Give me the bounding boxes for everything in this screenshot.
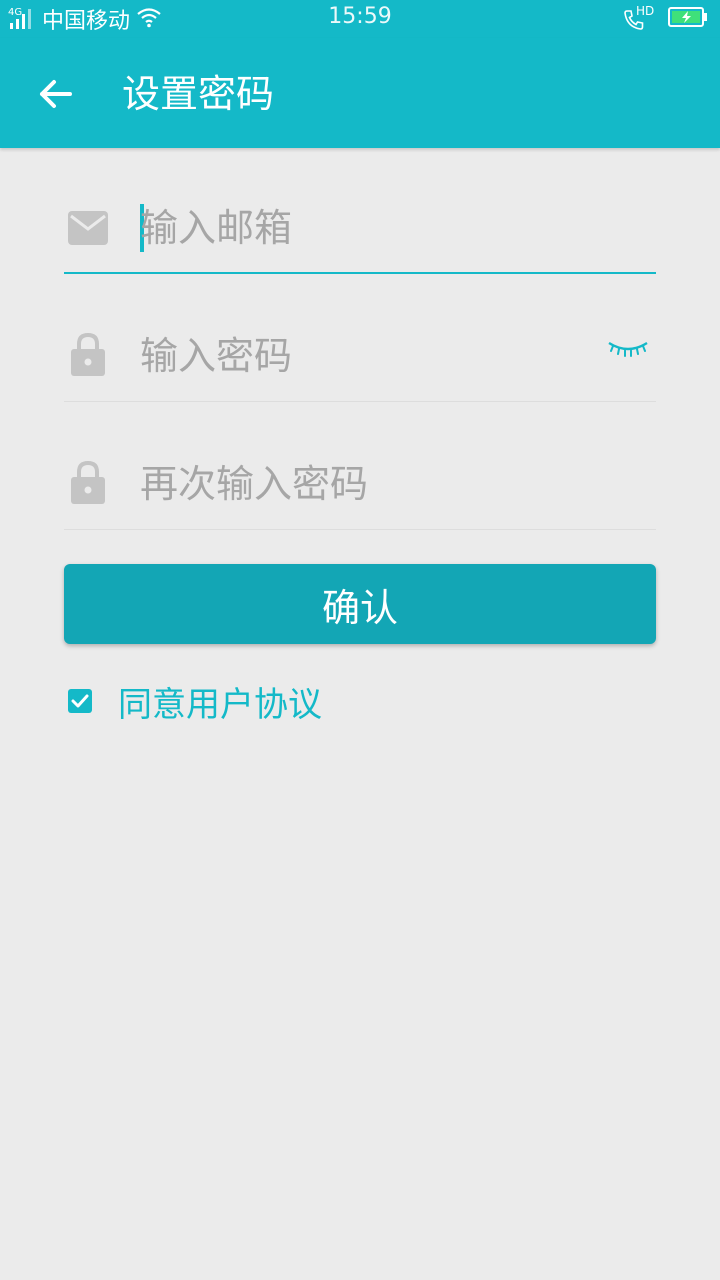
hd-call-icon: HD (622, 4, 656, 32)
password-field-row (64, 274, 656, 402)
battery-charging-icon (668, 6, 708, 32)
confirm-button[interactable]: 确认 (64, 564, 656, 644)
lock-icon (68, 332, 108, 376)
page-title: 设置密码 (122, 72, 275, 116)
password-input[interactable] (140, 330, 596, 382)
email-input[interactable] (140, 202, 596, 254)
agreement-link[interactable]: 同意用户协议 (118, 677, 322, 726)
lock-icon (68, 460, 108, 504)
email-field-row (64, 148, 656, 274)
confirm-password-field-row (64, 402, 656, 530)
back-button[interactable] (30, 68, 82, 120)
register-form (64, 148, 656, 530)
agreement-checkbox[interactable] (68, 689, 92, 713)
arrow-left-icon (40, 80, 72, 108)
status-right: HD (622, 4, 708, 34)
agreement-row[interactable]: 同意用户协议 (68, 680, 322, 725)
checkmark-icon (71, 694, 89, 708)
confirm-password-input[interactable] (140, 458, 596, 510)
app-bar: 设置密码 (0, 38, 720, 148)
mail-icon (68, 206, 108, 250)
hd-badge: HD (636, 4, 655, 18)
status-bar: 4G 中国移动 15:59 HD (0, 0, 720, 38)
eye-closed-icon[interactable] (606, 334, 650, 364)
status-time: 15:59 (328, 4, 392, 29)
